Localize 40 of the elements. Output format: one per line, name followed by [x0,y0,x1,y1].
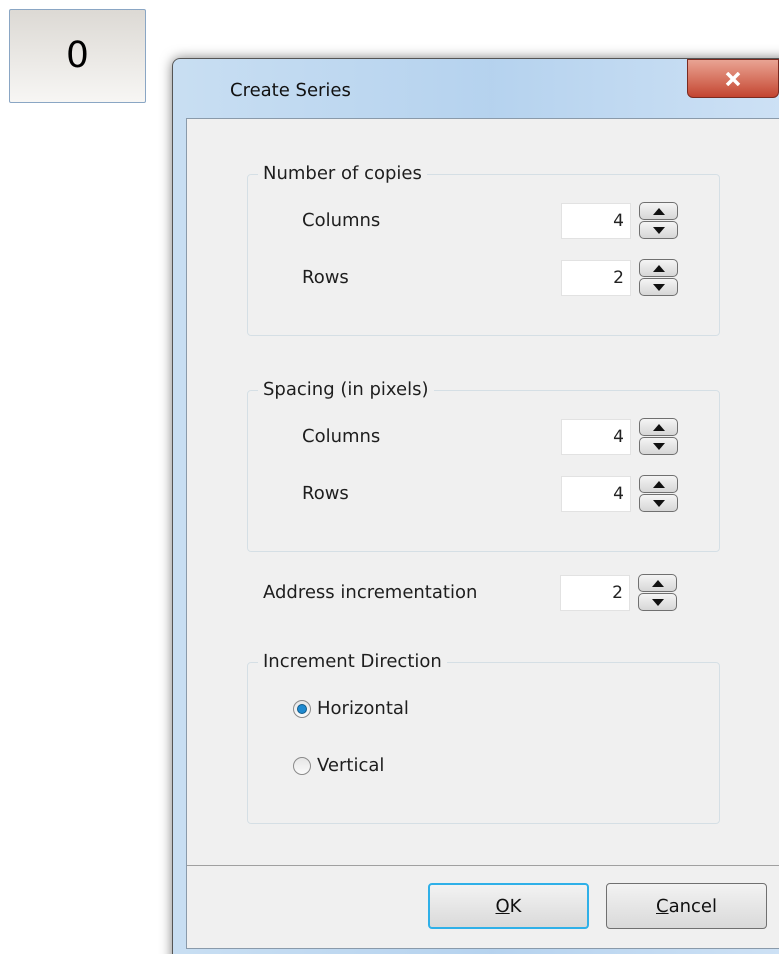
close-button[interactable] [687,59,779,98]
field-label: Rows [302,266,350,290]
radio-label: Horizontal [317,697,409,721]
radio-button[interactable] [293,756,311,774]
down-arrow-icon [652,598,664,606]
decrement-button[interactable] [639,221,678,239]
number-field[interactable]: 4 [561,418,631,454]
close-icon [725,72,741,86]
field-label: Rows [302,482,350,506]
increment-button[interactable] [638,574,677,592]
number-field[interactable]: 4 [561,202,631,238]
decrement-button[interactable] [638,593,677,611]
down-arrow-icon [652,442,664,450]
radio-button[interactable] [293,700,311,718]
field-label: Address incrementation [263,581,478,605]
field-label: Columns [302,425,382,449]
down-arrow-icon [652,226,664,234]
decrement-button[interactable] [639,278,678,296]
dialog-button[interactable]: Cancel [606,883,767,929]
number-field[interactable]: 2 [561,260,631,296]
radio-label: Vertical [317,754,384,778]
increment-button[interactable] [639,202,678,220]
dialog-button[interactable]: OK [428,883,589,929]
field-label: Columns [302,209,382,233]
up-arrow-icon [652,480,664,488]
increment-button[interactable] [639,259,678,277]
up-arrow-icon [652,264,664,272]
down-arrow-icon [652,500,664,506]
window-title: Create Series [230,79,351,103]
number-field[interactable]: 4 [561,476,631,512]
counter-button[interactable]: 0 [9,9,146,103]
increment-button[interactable] [639,475,678,493]
down-arrow-icon [652,284,664,290]
decrement-button[interactable] [639,494,678,512]
decrement-button[interactable] [639,437,678,455]
increment-button[interactable] [639,418,678,436]
number-field[interactable]: 2 [560,574,630,610]
up-arrow-icon [652,580,664,586]
up-arrow-icon [652,208,664,214]
up-arrow-icon [652,424,664,430]
